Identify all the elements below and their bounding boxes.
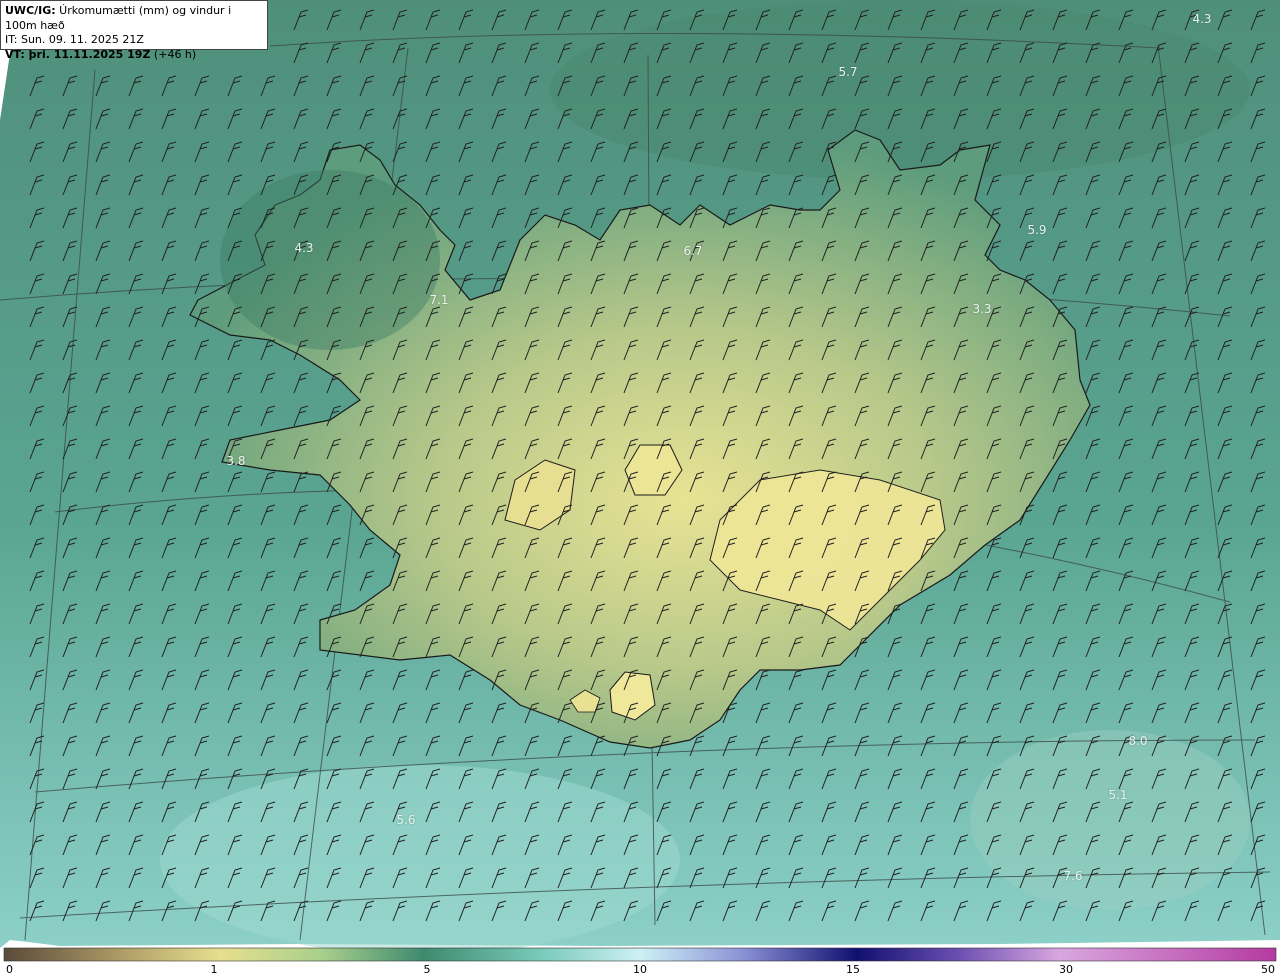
- precipitation-wind-map: [0, 0, 1280, 962]
- value-label: 4.3: [294, 241, 314, 255]
- sea-plume-east: [970, 730, 1250, 910]
- westfjords-shade: [220, 170, 440, 350]
- sea-dark-north: [550, 0, 1250, 180]
- value-label: 5.1: [1108, 788, 1128, 802]
- header-product: UWC/IG:: [5, 4, 56, 17]
- colorbar: [3, 947, 1277, 962]
- colorbar-tick: 10: [633, 963, 647, 976]
- colorbar-tick: 1: [210, 963, 218, 976]
- colorbar-tick: 30: [1059, 963, 1073, 976]
- header-line-2: IT: Sun. 09. 11. 2025 21Z: [5, 33, 144, 46]
- header-line-3: VT: þri. 11.11.2025 19Z (+46 h): [5, 48, 263, 63]
- value-label: 7.6: [1063, 869, 1083, 883]
- sea-plume: [160, 765, 680, 955]
- value-label: 4.3: [1192, 12, 1212, 26]
- header-valid-time: VT: þri. 11.11.2025 19Z: [5, 47, 151, 61]
- value-label: 5.6: [396, 813, 416, 827]
- value-label: 3.3: [972, 302, 992, 316]
- colorbar-tick: 50: [1261, 963, 1275, 976]
- value-label: 3.8: [226, 454, 246, 468]
- colorbar-tick: 0: [6, 963, 13, 976]
- value-label: 7.1: [429, 293, 449, 307]
- map-header: UWC/IG: Úrkomumætti (mm) og vindur i 100…: [0, 0, 268, 61]
- value-label: 8.0: [1128, 734, 1148, 748]
- header-line-1: UWC/IG: Úrkomumætti (mm) og vindur i 100…: [5, 4, 263, 33]
- value-label: 5.9: [1027, 223, 1047, 237]
- value-label: 6.7: [683, 244, 703, 258]
- value-label: 5.7: [838, 65, 858, 79]
- header-lead-time: (+46 h): [150, 47, 197, 61]
- colorbar-tick: 15: [846, 963, 860, 976]
- colorbar-tick: 5: [423, 963, 431, 976]
